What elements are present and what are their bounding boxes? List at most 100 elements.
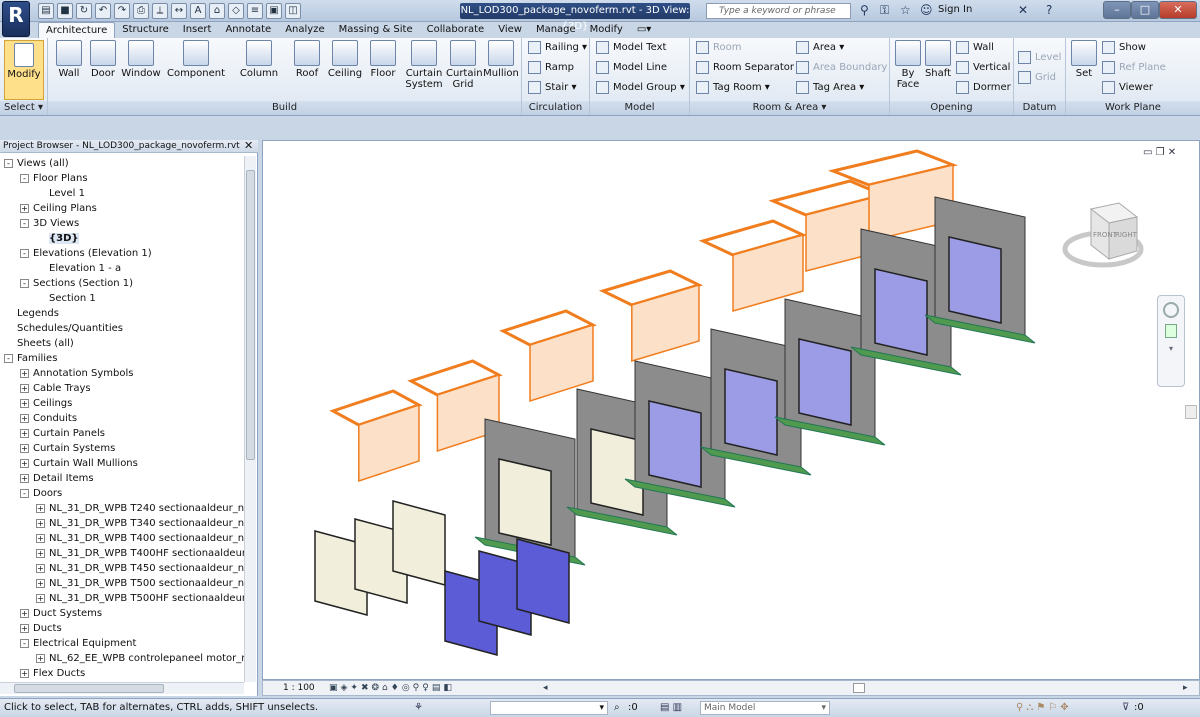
tree-item[interactable]: + Cable Trays (4, 381, 244, 396)
curtain-system-button[interactable]: Curtain System (404, 40, 444, 90)
tree-item[interactable]: + Conduits (4, 411, 244, 426)
tree-item[interactable]: - Elevations (Elevation 1) (4, 246, 244, 261)
floor-button[interactable]: Floor (368, 40, 398, 79)
ref-plane-button[interactable]: Ref Plane (1102, 60, 1166, 78)
save-icon[interactable]: ■ (57, 3, 73, 19)
view-scrollbar-thumb[interactable] (1185, 405, 1197, 419)
tree-item[interactable]: + Duct Systems (4, 606, 244, 621)
steering-wheel-icon[interactable] (1163, 302, 1179, 318)
tree-item[interactable]: + NL_31_DR_WPB T400 sectionaaldeur_novo (4, 531, 244, 546)
selection-toggle-icons[interactable]: ⚲⛬⚑⚐✥ (1016, 699, 1072, 717)
tab-modify[interactable]: Modify (583, 22, 630, 38)
tree-toggle-icon[interactable]: + (20, 398, 29, 408)
tree-toggle-icon[interactable]: + (20, 668, 29, 678)
tree-item[interactable]: + NL_31_DR_WPB T500 sectionaaldeur_novo (4, 576, 244, 591)
redo-icon[interactable]: ↷ (114, 3, 130, 19)
room-button[interactable]: Room (696, 40, 741, 58)
tree-item[interactable]: + NL_31_DR_WPB T240 sectionaaldeur_novo (4, 501, 244, 516)
tab-structure[interactable]: Structure (115, 22, 176, 38)
switch-windows-icon[interactable]: ◫ (285, 3, 301, 19)
tree-toggle-icon[interactable]: + (20, 623, 29, 633)
mullion-button[interactable]: Mullion (482, 40, 520, 79)
minimize-button[interactable]: – (1103, 1, 1131, 19)
view-scroll-left-icon[interactable]: ◂ (543, 681, 548, 695)
tab-view[interactable]: View (491, 22, 529, 38)
view-scale[interactable]: 1 : 100 (283, 681, 315, 695)
tree-toggle-icon[interactable]: - (20, 218, 29, 228)
wall-button[interactable]: Wall (54, 40, 84, 79)
close-button[interactable]: ✕ (1159, 1, 1197, 19)
by-face-button[interactable]: By Face (894, 40, 922, 90)
tree-item[interactable]: + Ceilings (4, 396, 244, 411)
tree-toggle-icon[interactable]: + (36, 578, 45, 588)
user-icon[interactable]: ☺ (920, 3, 933, 17)
component-button[interactable]: Component (166, 40, 226, 79)
tree-item[interactable]: + NL_31_DR_WPB T400HF sectionaaldeur_no (4, 546, 244, 561)
binoculars-icon[interactable]: ⚲ (860, 3, 869, 17)
show-button[interactable]: Show (1102, 40, 1146, 58)
tab-architecture[interactable]: Architecture (38, 22, 116, 38)
tree-toggle-icon[interactable]: + (36, 593, 45, 603)
tree-toggle-icon[interactable]: + (36, 563, 45, 573)
roof-button[interactable]: Roof (292, 40, 322, 79)
area-button[interactable]: Area ▾ (796, 40, 844, 58)
tree-toggle-icon[interactable]: - (20, 488, 29, 498)
room-area-dropdown[interactable]: Room & Area ▾ (690, 101, 889, 115)
tree-item[interactable]: -3D Views (4, 216, 244, 231)
browser-horizontal-scrollbar[interactable] (0, 682, 244, 694)
subscription-icon[interactable]: ⚿ (880, 3, 889, 18)
tree-toggle-icon[interactable]: + (20, 458, 29, 468)
tab-analyze[interactable]: Analyze (278, 22, 331, 38)
window-button[interactable]: Window (120, 40, 162, 79)
exchange-icon[interactable]: ✕ (1018, 3, 1028, 17)
tree-item[interactable]: Schedules/Quantities (4, 321, 244, 336)
application-menu-button[interactable]: R (2, 1, 30, 37)
tree-item[interactable]: + Ducts (4, 621, 244, 636)
sign-in-link[interactable]: Sign In (938, 4, 972, 15)
tree-toggle-icon[interactable]: + (20, 413, 29, 423)
tree-item[interactable]: - Doors (4, 486, 244, 501)
tag-room-button[interactable]: Tag Room ▾ (696, 80, 770, 98)
tree-toggle-icon[interactable]: + (20, 203, 29, 213)
workset-dropdown[interactable]: ▾ (490, 701, 608, 715)
tag-area-button[interactable]: Tag Area ▾ (796, 80, 864, 98)
tree-toggle-icon[interactable]: - (4, 353, 13, 363)
tree-toggle-icon[interactable]: + (20, 428, 29, 438)
close-browser-icon[interactable]: ✕ (244, 140, 253, 152)
tree-item[interactable]: + Curtain Systems (4, 441, 244, 456)
star-icon[interactable]: ☆ (900, 3, 911, 17)
undo-icon[interactable]: ↶ (95, 3, 111, 19)
tree-toggle-icon[interactable]: + (20, 473, 29, 483)
tree-item[interactable]: Elevation 1 - a (4, 261, 244, 276)
sync-icon[interactable]: ↻ (76, 3, 92, 19)
nav-menu-icon[interactable]: ▾ (1158, 344, 1184, 353)
level-button[interactable]: Level (1018, 50, 1061, 68)
tab-manage[interactable]: Manage (529, 22, 583, 38)
shaft-button[interactable]: Shaft (924, 40, 952, 79)
section-icon[interactable]: ◇ (228, 3, 244, 19)
editable-only-icon[interactable]: ⌕ (614, 699, 620, 717)
tree-toggle-icon[interactable]: + (36, 518, 45, 528)
tree-toggle-icon[interactable]: + (20, 608, 29, 618)
railing-button[interactable]: Railing ▾ (528, 40, 587, 58)
ramp-button[interactable]: Ramp (528, 60, 574, 78)
worksets-icon[interactable]: ⚘ (414, 699, 423, 717)
tree-item[interactable]: Sheets (all) (4, 336, 244, 351)
tree-toggle-icon[interactable]: + (20, 383, 29, 393)
view-scroll-right-icon[interactable]: ▸ (1183, 681, 1188, 695)
viewer-button[interactable]: Viewer (1102, 80, 1153, 98)
dormer-button[interactable]: Dormer (956, 80, 1011, 98)
model-text-button[interactable]: Model Text (596, 40, 666, 58)
tab-collaborate[interactable]: Collaborate (420, 22, 492, 38)
maximize-button[interactable]: □ (1131, 1, 1159, 19)
column-button[interactable]: Column (236, 40, 282, 79)
tree-toggle-icon[interactable]: + (36, 548, 45, 558)
tree-item[interactable]: {3D} (4, 231, 244, 246)
tree-item[interactable]: Level 1 (4, 186, 244, 201)
design-options-icon[interactable]: ▤ ▥ (660, 699, 682, 717)
3d-viewport[interactable]: ▭ ❐ ✕ FRONT RIGHT ▾ (262, 140, 1200, 680)
tree-item[interactable]: + Flex Ducts (4, 666, 244, 681)
wall-opening-button[interactable]: Wall (956, 40, 994, 58)
tree-toggle-icon[interactable]: - (20, 248, 29, 258)
tree-toggle-icon[interactable]: + (20, 368, 29, 378)
